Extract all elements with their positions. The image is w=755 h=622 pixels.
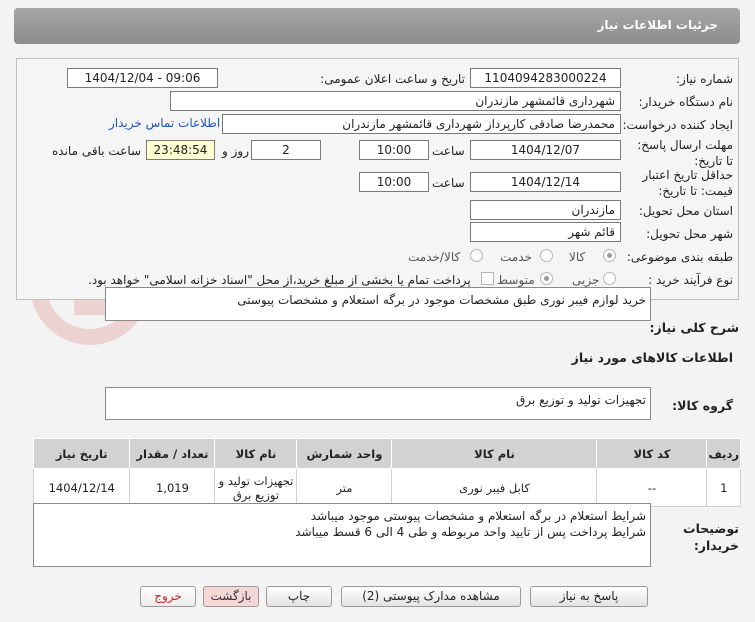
items-table-header: ردیف کد کالا نام کالا واحد شمارش نام کال… — [32, 438, 741, 469]
deadline-date-field: 1404/12/07 — [470, 140, 621, 160]
cell-name: کابل فیبر نوری — [391, 468, 598, 507]
col-quantity: تعداد / مقدار — [129, 438, 216, 469]
announce-datetime-label: تاریخ و ساعت اعلان عمومی: — [320, 72, 465, 86]
category-goods-service-radio[interactable] — [470, 249, 483, 262]
cell-group: تجهیزات تولید و توزیع برق — [214, 468, 298, 507]
print-button[interactable]: چاپ — [266, 586, 332, 607]
requester-field: محمدرضا صادقی کارپرداز شهرداری قائمشهر م… — [222, 114, 621, 134]
col-name: نام کالا — [391, 438, 598, 469]
summary-textarea: خرید لوازم فیبر نوری طبق مشخصات موجود در… — [105, 287, 651, 321]
category-service-label: خدمت — [500, 250, 532, 264]
province-label: استان محل تحویل: — [638, 204, 733, 218]
table-row: 1 -- کابل فیبر نوری متر تجهیزات تولید و … — [32, 468, 741, 507]
process-medium-radio[interactable] — [540, 272, 553, 285]
treasury-bonds-checkbox[interactable] — [481, 272, 494, 285]
cell-quantity: 1,019 — [129, 468, 216, 507]
deadline-days-label: روز و — [222, 144, 249, 158]
remaining-time-label: ساعت باقی مانده — [52, 144, 142, 158]
category-service-radio[interactable] — [540, 249, 553, 262]
deadline-label: مهلت ارسال پاسخ: تا تاریخ: — [637, 138, 733, 168]
col-unit: واحد شمارش — [296, 438, 393, 469]
cell-code: -- — [596, 468, 708, 507]
city-field: قائم شهر — [470, 222, 621, 242]
announce-datetime-field: 1404/12/04 - 09:06 — [67, 68, 218, 88]
process-minor-radio[interactable] — [603, 272, 616, 285]
cell-row: 1 — [706, 468, 741, 507]
process-type-label: نوع فرآیند خرید : — [648, 273, 733, 287]
buyer-notes-line-1: شرایط استعلام در برگه استعلام و مشخصات پ… — [310, 509, 646, 523]
cell-unit: متر — [296, 468, 393, 507]
buyer-notes-textarea: شرایط استعلام در برگه استعلام و مشخصات پ… — [33, 503, 651, 567]
province-field: مازندران — [470, 200, 621, 220]
price-validity-date-field: 1404/12/14 — [470, 172, 621, 192]
price-validity-label: حداقل تاریخ اعتبار قیمت: تا تاریخ: — [642, 168, 733, 198]
goods-group-textarea: تجهیزات تولید و توزیع برق — [105, 387, 651, 420]
process-medium-label: متوسط — [497, 273, 535, 287]
deadline-days-field: 2 — [251, 140, 321, 160]
price-validity-time-label: ساعت — [432, 176, 465, 190]
col-need-date: تاریخ نیاز — [32, 438, 131, 469]
summary-label: شرح کلی نیاز: — [649, 320, 739, 335]
buyer-notes-line-2: شرایط پرداخت پس از تایید واحد مربوطه و ط… — [295, 525, 646, 539]
col-code: کد کالا — [596, 438, 708, 469]
reply-button[interactable]: پاسخ به نیاز — [530, 586, 648, 607]
buyer-org-field: شهرداری قائمشهر مازندران — [170, 91, 621, 111]
goods-info-title: اطلاعات کالاهای مورد نیاز — [571, 350, 733, 365]
category-goods-label: کالا — [569, 250, 586, 264]
cell-need-date: 1404/12/14 — [32, 468, 131, 507]
deadline-time-field: 10:00 — [359, 140, 429, 160]
need-number-field: 1104094283000224 — [470, 68, 621, 88]
exit-button[interactable]: خروج — [140, 586, 196, 607]
process-minor-label: جزیی — [572, 273, 600, 287]
back-button[interactable]: بازگشت — [203, 586, 259, 607]
page-header: جزئیات اطلاعات نیاز — [14, 8, 740, 44]
col-row: ردیف — [706, 438, 741, 469]
goods-group-label: گروه کالا: — [672, 398, 733, 413]
deadline-time-label: ساعت — [432, 144, 465, 158]
col-group: نام کالا — [214, 438, 298, 469]
buyer-contact-link[interactable]: اطلاعات تماس خریدار — [109, 116, 220, 130]
price-validity-time-field: 10:00 — [359, 172, 429, 192]
category-goods-service-label: کالا/خدمت — [408, 250, 461, 264]
need-number-label: شماره نیاز: — [676, 72, 733, 86]
city-label: شهر محل تحویل: — [646, 227, 733, 241]
requester-label: ایجاد کننده درخواست: — [622, 118, 733, 132]
page-title: جزئیات اطلاعات نیاز — [597, 18, 718, 32]
buyer-notes-label: توضیحات خریدار: — [683, 521, 739, 553]
view-attachments-button[interactable]: مشاهده مدارک پیوستی (2) — [341, 586, 521, 607]
category-goods-radio[interactable] — [603, 249, 616, 262]
items-table: ردیف کد کالا نام کالا واحد شمارش نام کال… — [32, 438, 741, 507]
buyer-org-label: نام دستگاه خریدار: — [638, 95, 734, 109]
category-label: طبقه بندی موضوعی: — [626, 250, 733, 264]
remaining-time-field: 23:48:54 — [146, 140, 215, 160]
treasury-bonds-note: پرداخت تمام یا بخشی از مبلغ خرید،از محل … — [88, 273, 471, 287]
